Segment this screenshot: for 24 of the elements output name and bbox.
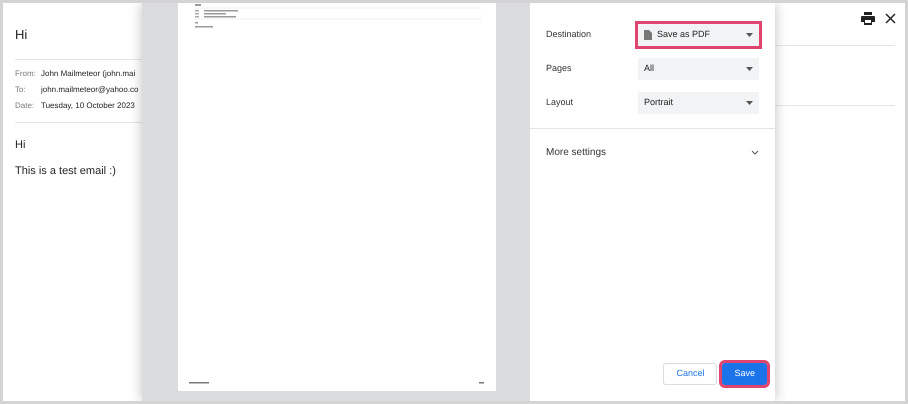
- save-button[interactable]: Save: [722, 363, 767, 385]
- header-label: To:: [15, 84, 27, 96]
- header-label: Date:: [15, 100, 36, 112]
- caret-icon: [746, 67, 753, 71]
- setting-label: Layout: [546, 96, 574, 110]
- header-value: john.mailmeteor@yahoo.co: [41, 84, 139, 96]
- setting-label: Destination: [546, 28, 592, 42]
- more-settings-toggle[interactable]: More settings: [530, 129, 775, 175]
- dropdown[interactable]: Portrait: [638, 92, 759, 114]
- caret-icon: [746, 101, 753, 105]
- setting-label: Pages: [546, 62, 572, 76]
- header-label: From:: [15, 68, 37, 80]
- close-icon[interactable]: [885, 13, 896, 24]
- email-subject: Hi: [15, 26, 28, 44]
- body-text: This is a test email :): [15, 164, 117, 179]
- dropdown[interactable]: All: [638, 58, 759, 80]
- header-value: Tuesday, 10 October 2023: [41, 100, 135, 112]
- header-value: John Mailmeteor (john.mai: [41, 68, 136, 80]
- document-icon: [644, 30, 652, 40]
- body-text: Hi: [15, 138, 26, 152]
- cancel-button[interactable]: Cancel: [663, 363, 718, 385]
- dropdown[interactable]: Save as PDF: [638, 24, 759, 46]
- print-icon[interactable]: [861, 12, 875, 25]
- caret-icon: [746, 33, 753, 37]
